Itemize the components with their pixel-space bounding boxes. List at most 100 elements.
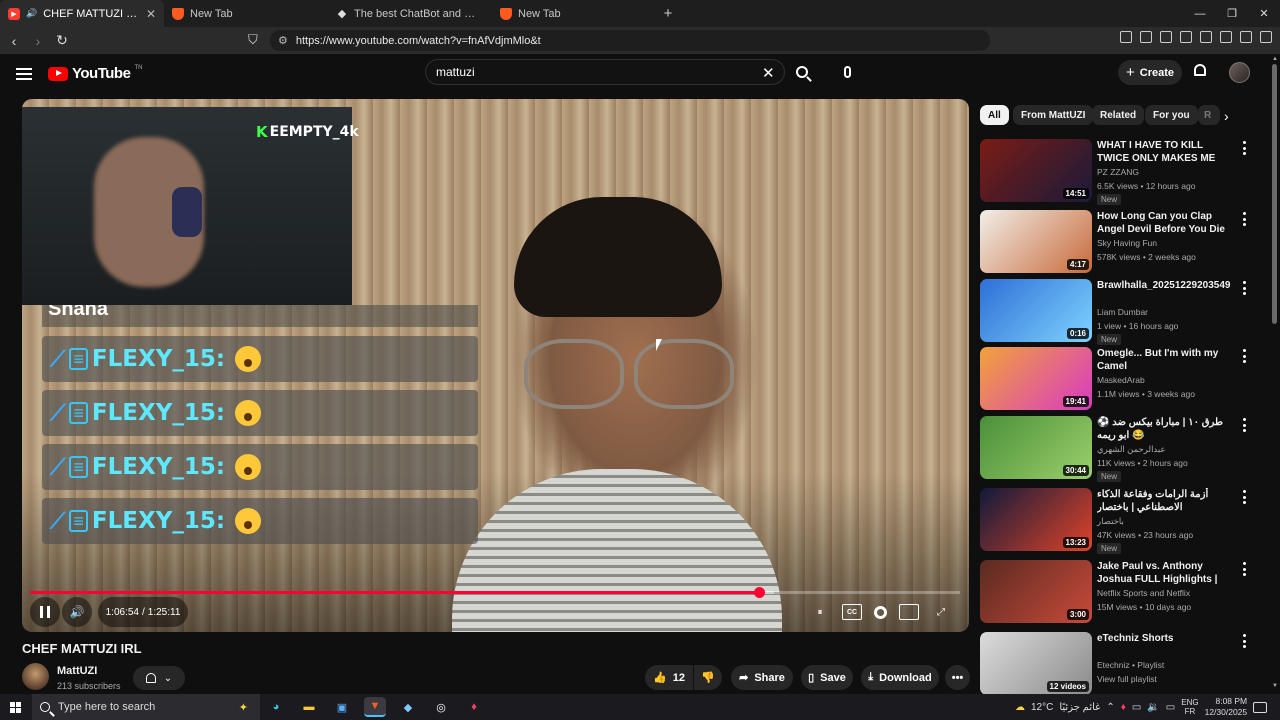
- volume-icon[interactable]: 🔊: [62, 597, 92, 627]
- close-icon[interactable]: ✕: [146, 7, 156, 21]
- new-tab-icon[interactable]: +: [656, 5, 680, 22]
- settings-gear-icon[interactable]: [874, 605, 887, 619]
- tab-new-1[interactable]: New Tab: [164, 0, 328, 27]
- recommendation-channel[interactable]: Liam Dumbar: [1097, 307, 1148, 317]
- recommendation-item[interactable]: 13:23 أزمة الرامات وفقاعة الذكاء الاصطناع…: [980, 488, 1260, 554]
- more-vertical-icon[interactable]: [1242, 281, 1246, 295]
- recommendation-channel[interactable]: عبدالرحمن الشهري: [1097, 444, 1166, 455]
- sidebar-icon[interactable]: [1180, 31, 1192, 43]
- dislike-button[interactable]: 👎: [694, 665, 722, 690]
- location-pin-icon[interactable]: ♦: [1121, 702, 1126, 713]
- notification-center-icon[interactable]: [1253, 701, 1268, 713]
- edge-icon[interactable]: ◕: [265, 697, 287, 717]
- pause-button[interactable]: [30, 597, 60, 627]
- more-actions-button[interactable]: •••: [945, 665, 970, 690]
- voice-search-button[interactable]: [836, 60, 858, 84]
- recommendation-thumbnail[interactable]: 19:41: [980, 347, 1092, 410]
- progress-bar[interactable]: [30, 587, 960, 598]
- speaker-icon[interactable]: 🔉: [1147, 702, 1159, 713]
- recommendation-channel[interactable]: MaskedArab: [1097, 375, 1145, 385]
- recommendation-thumbnail[interactable]: 12 videos: [980, 632, 1092, 695]
- more-vertical-icon[interactable]: [1242, 634, 1246, 648]
- recommendation-title[interactable]: How Long Can you Clap Angel Devil Before…: [1097, 210, 1235, 237]
- recommendation-item[interactable]: 30:44 ⚽ طرق ١٠ | مباراة بيكس ضد ابو ريمه …: [980, 416, 1260, 482]
- close-window-icon[interactable]: ✕: [1248, 0, 1280, 27]
- video-player[interactable]: K EEMPTY_4k Shana ⟋ ≡ FLEXY_15: ⟋ ≡ FLEX…: [22, 99, 969, 632]
- recommendation-channel[interactable]: Sky Having Fun: [1097, 238, 1157, 248]
- weather-text[interactable]: غائم جزئيًا: [1059, 702, 1100, 713]
- recommendation-channel[interactable]: باختصار: [1097, 516, 1124, 527]
- store-icon[interactable]: ▣: [331, 697, 353, 717]
- screenshot-icon[interactable]: [1140, 31, 1152, 43]
- like-button[interactable]: 👍 12: [645, 665, 693, 690]
- fullscreen-icon[interactable]: ⤢: [931, 604, 951, 620]
- recommendation-title[interactable]: Brawlhalla_20251229203549: [1097, 279, 1235, 292]
- recommendation-title[interactable]: ⚽ طرق ١٠ | مباراة بيكس ضد ابو ريمه 😂: [1097, 416, 1235, 442]
- recommendation-title[interactable]: أزمة الرامات وفقاعة الذكاء الاصطناعي | ب…: [1097, 488, 1235, 514]
- miniplayer-icon[interactable]: [899, 604, 919, 620]
- more-vertical-icon[interactable]: [1242, 418, 1246, 432]
- language-indicator[interactable]: ENG FR: [1181, 698, 1198, 716]
- share-button[interactable]: ➦ Share: [731, 665, 793, 690]
- recommendation-thumbnail[interactable]: 3:00: [980, 560, 1092, 623]
- recommendation-item[interactable]: 14:51 WHAT I HAVE TO KILL TWICE ONLY MAKE…: [980, 139, 1260, 205]
- recommendation-item[interactable]: 0:16 Brawlhalla_20251229203549 Liam Dumbar…: [980, 279, 1260, 345]
- site-info-icon[interactable]: ⚙: [278, 34, 288, 47]
- recommendation-channel[interactable]: Netflix Sports and Netflix: [1097, 588, 1190, 598]
- forward-icon[interactable]: ›: [28, 31, 48, 51]
- url-field[interactable]: ⚙ https://www.youtube.com/watch?v=fnAfVd…: [270, 30, 990, 51]
- create-button[interactable]: + Create: [1118, 60, 1182, 85]
- more-vertical-icon[interactable]: [1242, 141, 1246, 155]
- chip-partial[interactable]: R: [1198, 105, 1220, 125]
- more-vertical-icon[interactable]: [1242, 490, 1246, 504]
- obs-icon[interactable]: ◎: [430, 697, 452, 717]
- bookmark-icon[interactable]: ⛉: [248, 32, 258, 48]
- wallet-icon[interactable]: [1200, 31, 1212, 43]
- recommendation-title[interactable]: eTechniz Shorts: [1097, 632, 1235, 645]
- scrollbar[interactable]: [1272, 64, 1277, 324]
- chevron-right-icon[interactable]: ›: [1224, 108, 1229, 124]
- recommendation-title[interactable]: WHAT I HAVE TO KILL TWICE ONLY MAKES ME …: [1097, 139, 1235, 166]
- puzzle-icon[interactable]: [1120, 31, 1132, 43]
- search-button[interactable]: [788, 60, 816, 84]
- youtube-logo[interactable]: YouTube TN: [48, 65, 142, 82]
- weather-temp[interactable]: 12°C: [1031, 702, 1053, 713]
- search-input[interactable]: mattuzi: [425, 59, 785, 85]
- chip-from-channel[interactable]: From MattUZI: [1013, 105, 1094, 125]
- chip-related[interactable]: Related: [1092, 105, 1145, 125]
- chip-for-you[interactable]: For you: [1145, 105, 1198, 125]
- more-vertical-icon[interactable]: [1242, 212, 1246, 226]
- brave-icon[interactable]: ▼: [364, 697, 386, 717]
- maps-pin-icon[interactable]: ♦: [463, 697, 485, 717]
- notifications-bell-icon[interactable]: [1192, 64, 1208, 80]
- start-button[interactable]: [0, 694, 30, 720]
- chevron-up-icon[interactable]: ⌃: [1106, 702, 1114, 713]
- more-vertical-icon[interactable]: [1242, 349, 1246, 363]
- save-button[interactable]: ▯ Save: [801, 665, 853, 690]
- recommendation-channel[interactable]: PZ ZZANG: [1097, 167, 1139, 177]
- browser-menu-icon[interactable]: [1260, 31, 1272, 43]
- restore-icon[interactable]: ❐: [1216, 0, 1248, 27]
- chip-all[interactable]: All: [980, 105, 1009, 125]
- subscribed-bell-button[interactable]: ⌄: [133, 666, 185, 690]
- battery-icon[interactable]: ▭: [1166, 702, 1175, 713]
- file-explorer-icon[interactable]: ▬: [298, 697, 320, 717]
- download-button[interactable]: ⤓ Download: [861, 665, 939, 690]
- recommendation-item[interactable]: 19:41 Omegle... But I'm with my Camel Mask…: [980, 347, 1260, 411]
- channel-avatar[interactable]: [22, 663, 49, 690]
- back-icon[interactable]: ‹: [4, 31, 24, 51]
- recommendation-title[interactable]: Jake Paul vs. Anthony Joshua FULL Highli…: [1097, 560, 1235, 587]
- recommendation-channel[interactable]: Etechniz • Playlist: [1097, 660, 1164, 670]
- account-avatar[interactable]: [1229, 62, 1250, 83]
- clock[interactable]: 8:08 PM 12/30/2025: [1205, 696, 1248, 718]
- tab-chatbot[interactable]: ◆ The best ChatBot and Widgets for Ki: [328, 0, 492, 27]
- more-vertical-icon[interactable]: [1242, 562, 1246, 576]
- tab-new-2[interactable]: New Tab: [492, 0, 656, 27]
- scroll-down-icon[interactable]: ▼: [1272, 683, 1278, 689]
- shield-icon[interactable]: [1240, 31, 1252, 43]
- scroll-up-icon[interactable]: ▲: [1272, 56, 1278, 62]
- recommendation-thumbnail[interactable]: 4:17: [980, 210, 1092, 273]
- channel-name[interactable]: MattUZI: [57, 665, 97, 677]
- recommendation-thumbnail[interactable]: 0:16: [980, 279, 1092, 342]
- clear-search-icon[interactable]: ✕: [762, 64, 775, 82]
